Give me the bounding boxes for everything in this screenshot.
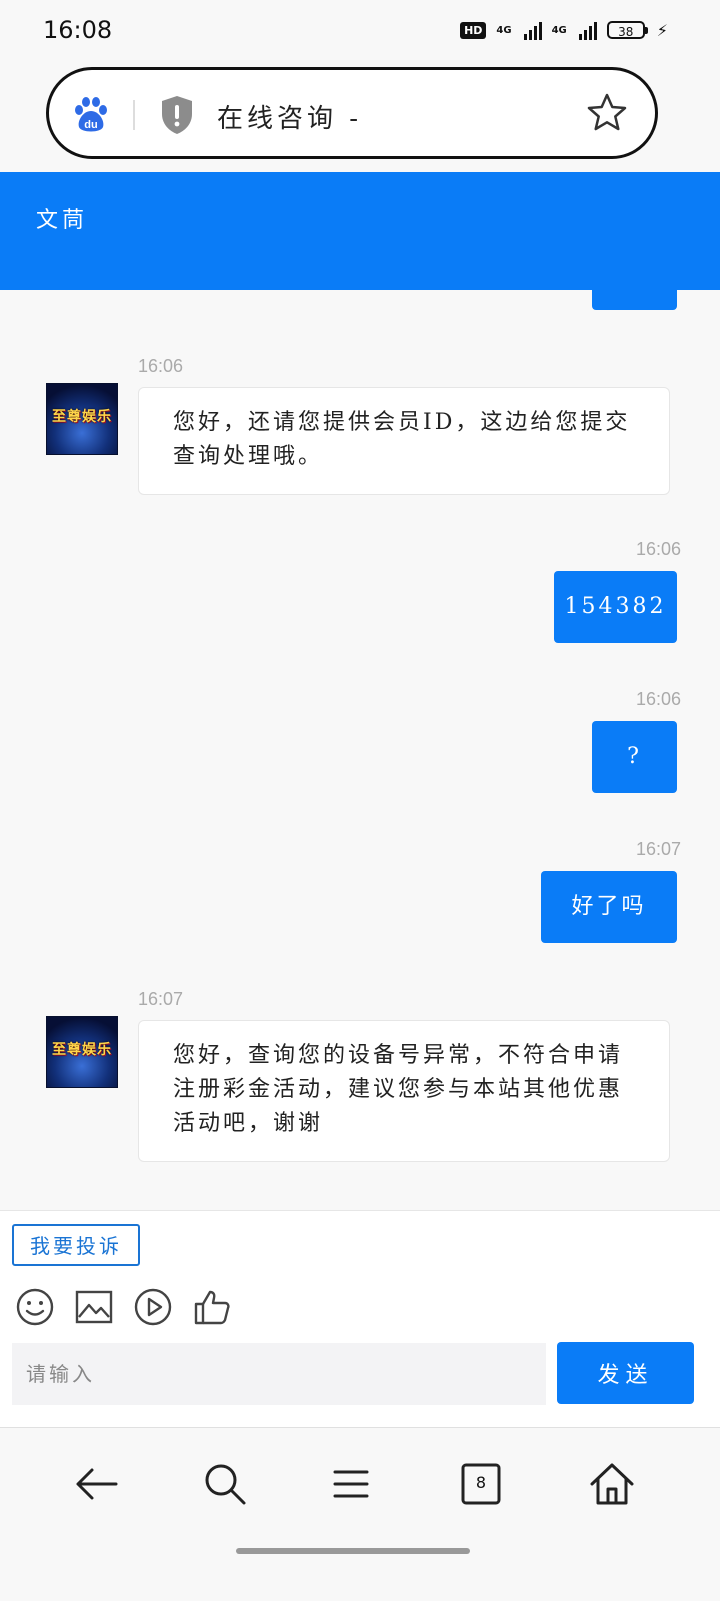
agent-message-bubble: 您好，还请您提供会员ID，这边给您提交查询处理哦。 <box>138 387 670 495</box>
battery-icon: 38 <box>606 21 648 39</box>
hd-badge: HD <box>460 21 487 39</box>
user-message-bubble: ? <box>592 721 677 793</box>
message-timestamp: 16:06 <box>138 356 184 376</box>
baidu-logo-icon[interactable]: du <box>71 95 111 135</box>
status-icons: HD 4G 4G 38 ⚡ <box>460 20 668 40</box>
tabs-count: 8 <box>475 1473 487 1492</box>
search-icon[interactable] <box>201 1460 249 1508</box>
home-icon[interactable] <box>588 1460 636 1508</box>
charging-icon: ⚡ <box>656 20 668 40</box>
thumbs-up-icon[interactable] <box>192 1287 232 1327</box>
message-timestamp: 16:06 <box>636 689 682 709</box>
composer-panel: 我要投诉 发送 <box>0 1210 720 1427</box>
back-arrow-icon[interactable] <box>72 1460 120 1508</box>
bookmark-star-icon[interactable] <box>585 91 629 135</box>
security-warning-icon[interactable] <box>159 94 195 136</box>
user-message-bubble: 154382 <box>554 571 677 643</box>
message-timestamp: 16:06 <box>636 539 682 559</box>
avatar-text: 至尊娱乐 <box>52 1042 112 1058</box>
url-divider <box>133 100 135 130</box>
agent-message-bubble: 您好，查询您的设备号异常，不符合申请注册彩金活动，建议您参与本站其他优惠活动吧，… <box>138 1020 670 1162</box>
home-indicator[interactable] <box>236 1548 470 1554</box>
signal-icon <box>578 20 597 40</box>
video-icon[interactable] <box>133 1287 173 1327</box>
browser-nav-bar: 8 <box>0 1427 720 1601</box>
complain-button[interactable]: 我要投诉 <box>12 1224 140 1266</box>
user-message-bubble: 好了吗 <box>541 871 677 943</box>
avatar-text: 至尊娱乐 <box>52 409 112 425</box>
network-type: 4G <box>496 24 512 36</box>
image-icon[interactable] <box>74 1287 114 1327</box>
url-bar[interactable]: du 在线咨询 - <box>46 67 658 159</box>
status-bar: 16:08 HD 4G 4G 38 ⚡ <box>0 0 720 64</box>
message-timestamp: 16:07 <box>138 989 184 1009</box>
network-type: 4G <box>551 24 567 36</box>
menu-icon[interactable] <box>327 1460 375 1508</box>
svg-text:du: du <box>84 119 97 131</box>
message-input[interactable] <box>12 1343 546 1405</box>
chat-header: 文茼 <box>0 172 720 290</box>
agent-avatar: 至尊娱乐 <box>46 1016 118 1088</box>
emoji-icon[interactable] <box>15 1287 55 1327</box>
status-time: 16:08 <box>43 16 113 44</box>
page-title: 在线咨询 - <box>217 104 363 134</box>
send-button[interactable]: 发送 <box>557 1342 694 1404</box>
previous-message-bubble <box>592 290 677 310</box>
agent-avatar: 至尊娱乐 <box>46 383 118 455</box>
signal-icon <box>523 20 542 40</box>
chat-agent-name: 文茼 <box>36 208 89 233</box>
message-timestamp: 16:07 <box>636 839 682 859</box>
tabs-button[interactable]: 8 <box>457 1460 505 1508</box>
